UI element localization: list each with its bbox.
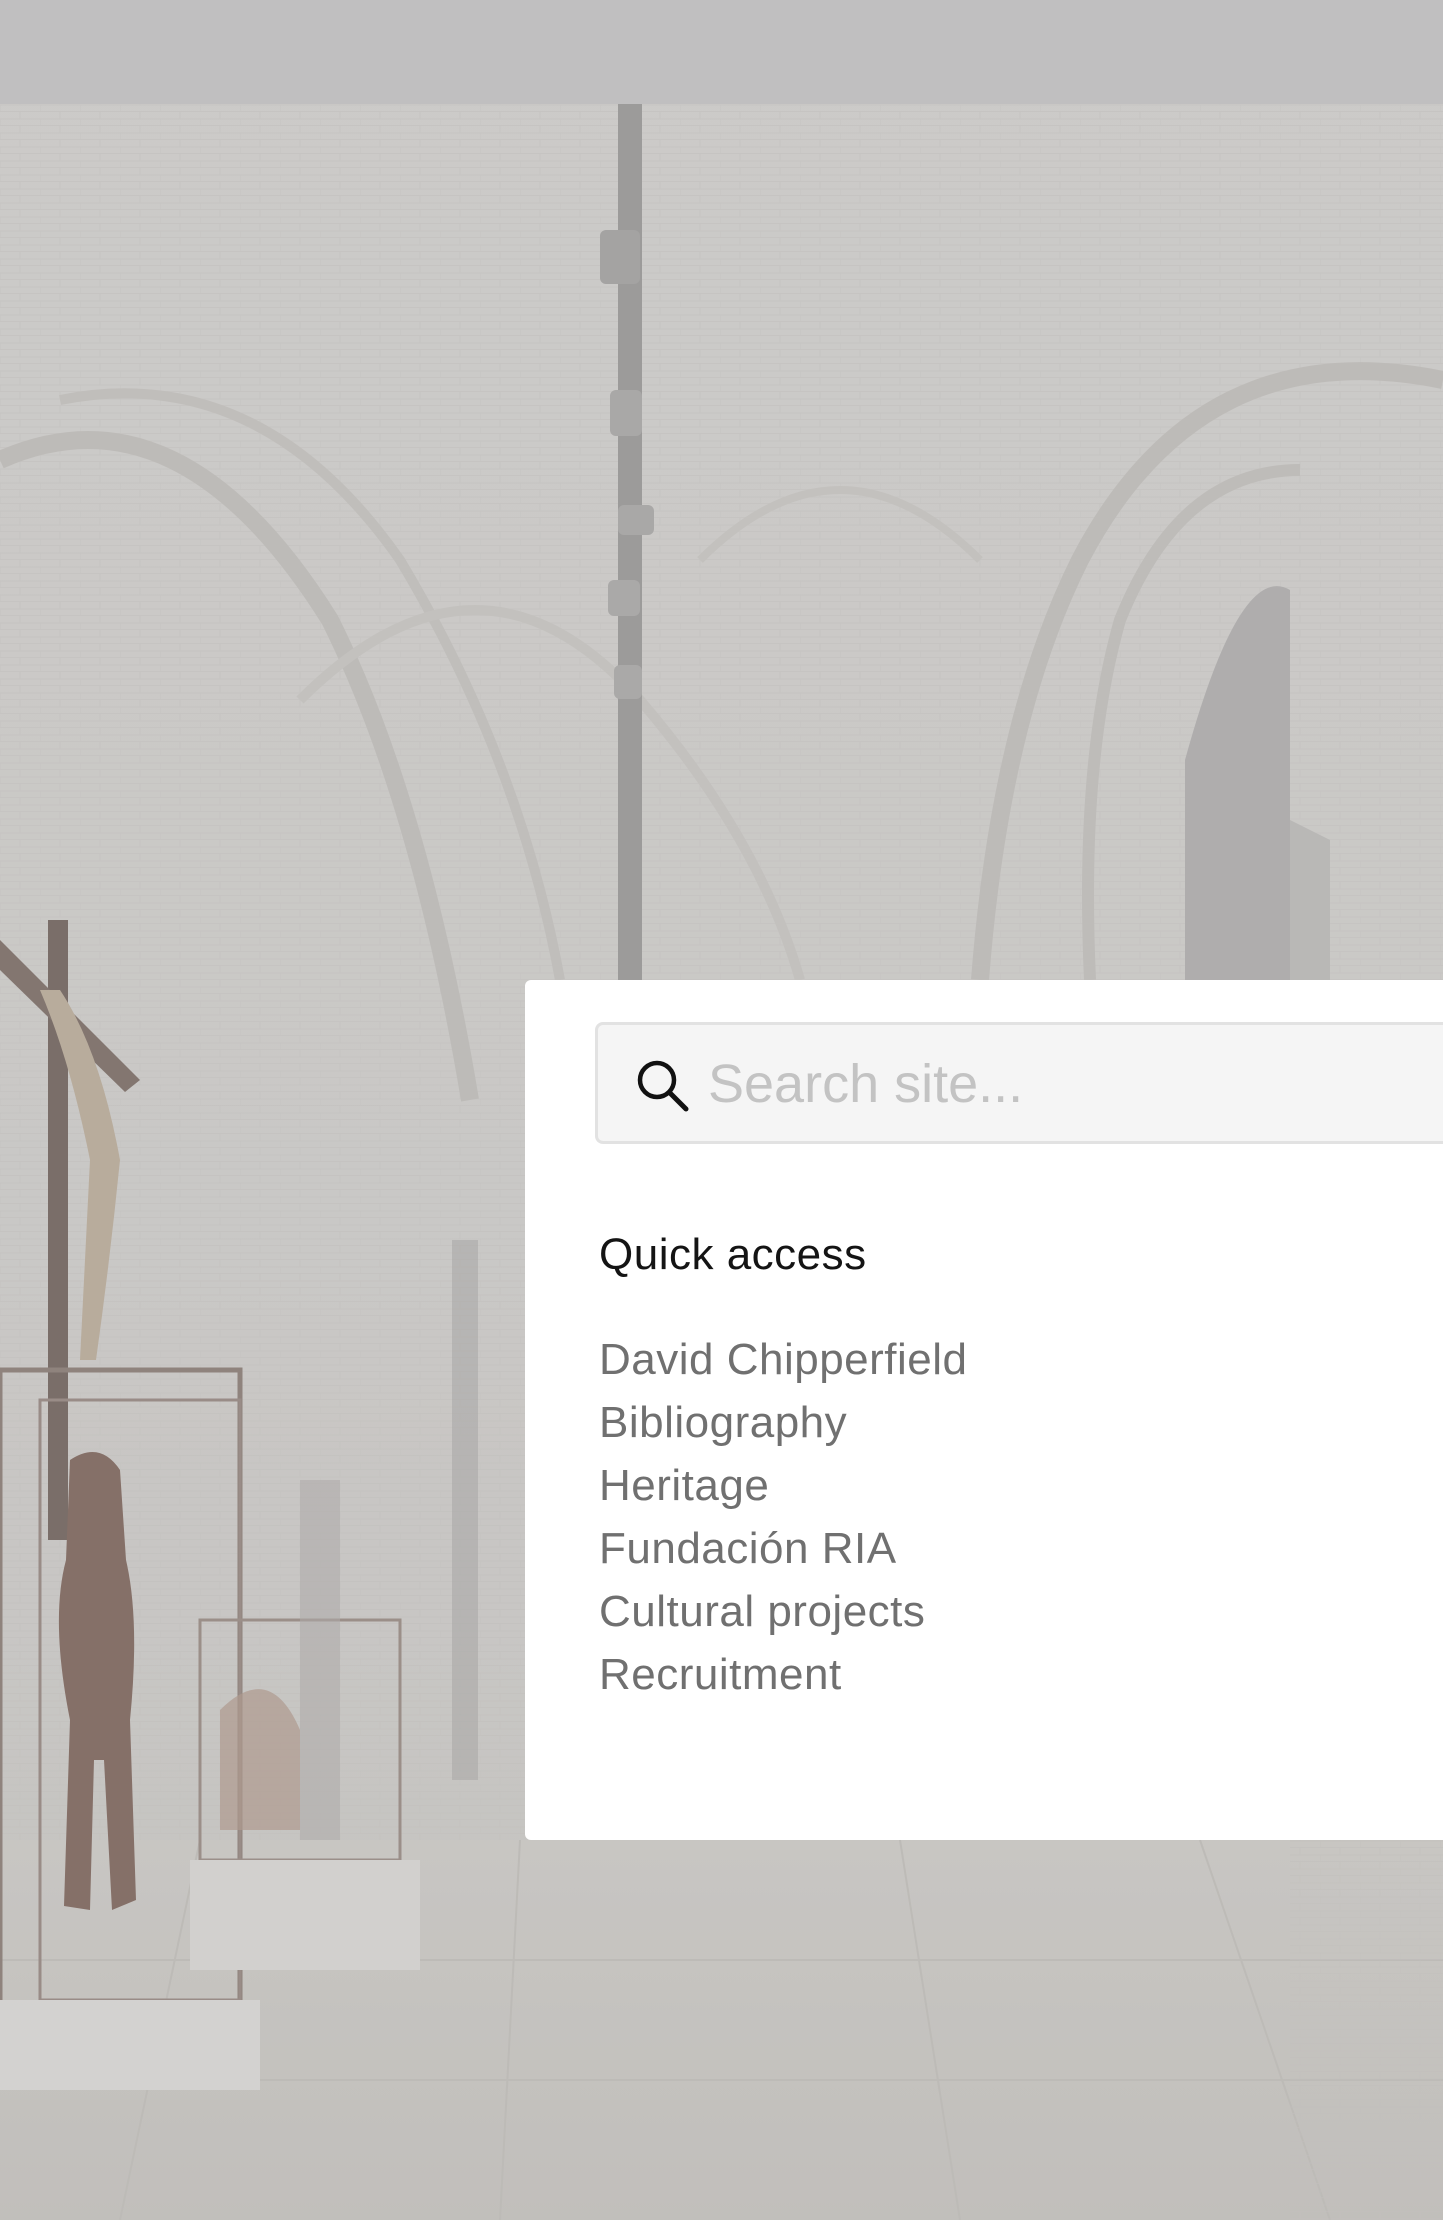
quick-access-link-bibliography[interactable]: Bibliography [599,1391,968,1454]
search-field[interactable] [595,1022,1443,1144]
site-header-bar [0,0,1443,104]
search-input[interactable] [708,1043,1428,1125]
quick-access-link-david-chipperfield[interactable]: David Chipperfield [599,1328,968,1391]
quick-access-list: David Chipperfield Bibliography Heritage… [599,1328,968,1706]
quick-access-link-fundacion-ria[interactable]: Fundación RIA [599,1517,968,1580]
quick-access-link-heritage[interactable]: Heritage [599,1454,968,1517]
quick-access-link-cultural-projects[interactable]: Cultural projects [599,1580,968,1643]
quick-access-heading: Quick access [599,1230,867,1279]
search-panel: Quick access David Chipperfield Bibliogr… [525,980,1443,1840]
search-icon [637,1060,689,1112]
page: Quick access David Chipperfield Bibliogr… [0,0,1443,2220]
quick-access-link-recruitment[interactable]: Recruitment [599,1643,968,1706]
